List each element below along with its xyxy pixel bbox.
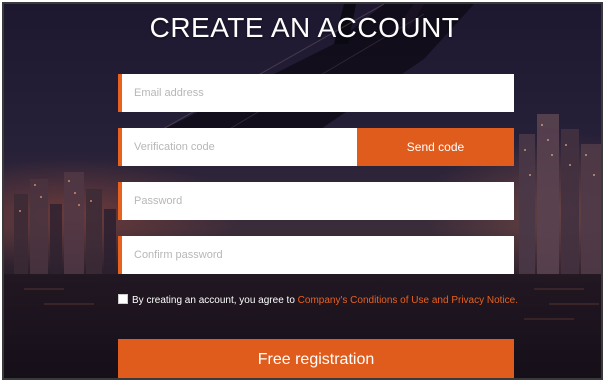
- agree-text: By creating an account, you agree to: [132, 295, 295, 306]
- password-input[interactable]: [122, 182, 514, 220]
- send-code-button[interactable]: Send code: [357, 128, 514, 166]
- email-field[interactable]: [118, 74, 514, 112]
- confirm-password-input[interactable]: [122, 236, 514, 274]
- verification-code-input[interactable]: [122, 128, 357, 166]
- confirm-password-field[interactable]: [118, 236, 514, 274]
- email-input[interactable]: [122, 74, 514, 112]
- terms-agreement: By creating an account, you agree to Com…: [118, 293, 518, 308]
- agree-checkbox[interactable]: [118, 294, 128, 304]
- terms-link[interactable]: Company's Conditions of Use and Privacy …: [298, 295, 518, 306]
- registration-panel: CREATE AN ACCOUNT Send code By creating …: [2, 2, 603, 380]
- page-title: CREATE AN ACCOUNT: [149, 12, 460, 43]
- verification-code-field[interactable]: [118, 128, 357, 166]
- free-registration-button[interactable]: Free registration: [118, 339, 514, 378]
- password-field[interactable]: [118, 182, 514, 220]
